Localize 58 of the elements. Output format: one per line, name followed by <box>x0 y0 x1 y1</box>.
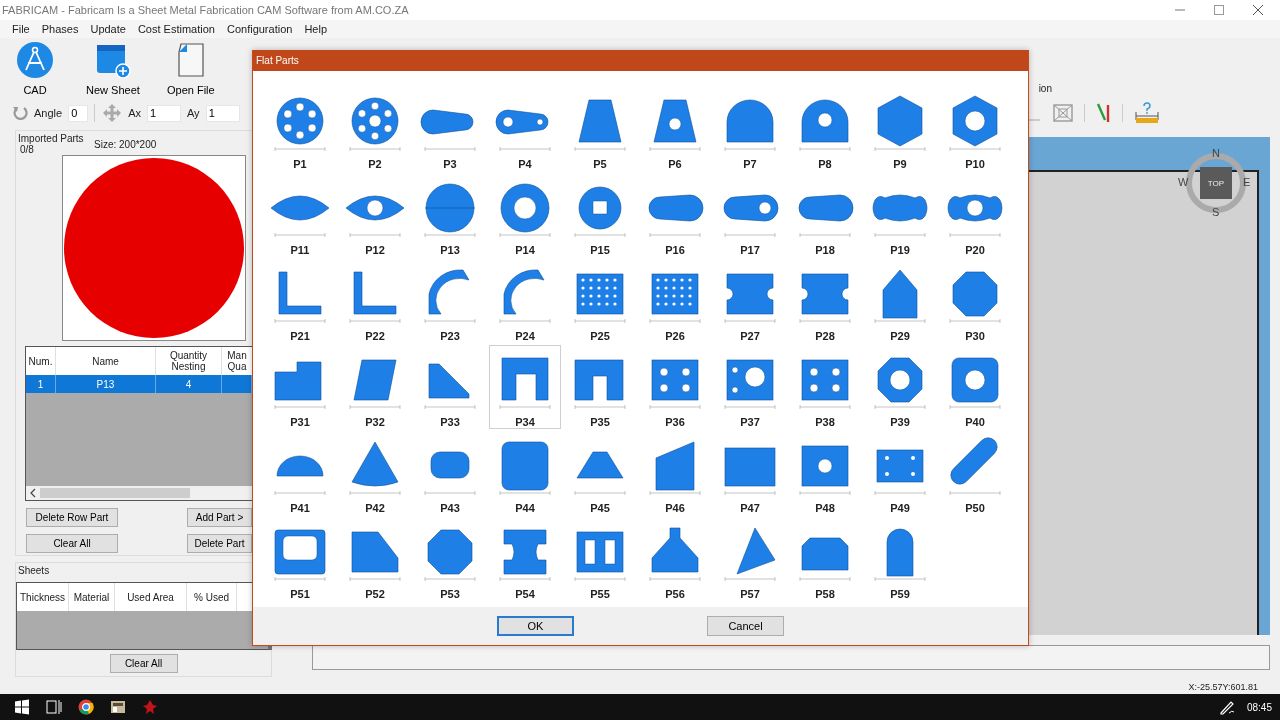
maximize-icon[interactable] <box>1213 4 1225 16</box>
app-window-icon[interactable] <box>110 699 126 715</box>
clock-time: 08:45 <box>1246 701 1272 713</box>
toolbar-button[interactable]: CAD <box>8 42 62 100</box>
size-label: Size: 200*200 <box>94 139 157 152</box>
task-view-icon[interactable] <box>46 699 62 715</box>
toolbar-button[interactable]: New Sheet <box>84 42 142 100</box>
column-header[interactable]: % Used <box>187 583 237 611</box>
field-label: Ay <box>187 107 200 119</box>
cross-box-icon[interactable] <box>1052 103 1074 123</box>
menu-item[interactable]: File <box>6 23 36 35</box>
app-icon[interactable] <box>142 699 158 715</box>
section-label: ion <box>1038 83 1052 94</box>
button[interactable]: Delete Row Part <box>26 508 118 527</box>
line-tool-icon[interactable] <box>1096 102 1112 124</box>
close-icon[interactable] <box>1252 4 1264 16</box>
ax-field[interactable]: 1 <box>147 104 181 122</box>
window-title: FABRICAM - Fabricam Is a Sheet Metal Fabrication CAM Software from AM.CO.ZA <box>2 4 409 16</box>
dialog-button[interactable]: Cancel <box>707 616 784 636</box>
menu-item[interactable]: Help <box>298 23 333 35</box>
pen-icon[interactable] <box>1218 699 1235 715</box>
button[interactable]: Clear All <box>109 654 178 673</box>
button[interactable]: Clear All <box>26 534 118 553</box>
view-cube-button[interactable]: TOP <box>1200 167 1232 199</box>
coordinates-label: X:-25.57Y:601.81 <box>1188 682 1258 692</box>
ay-field[interactable]: 1 <box>205 104 240 122</box>
compass-label: S <box>1212 206 1220 218</box>
compass-label: E <box>1243 176 1251 188</box>
dialog-title: Flat Parts <box>253 50 1028 71</box>
angle-field[interactable]: 0 <box>68 104 89 122</box>
column-header[interactable]: Used Area <box>115 583 187 611</box>
toolbar-button[interactable]: Open File <box>163 42 218 100</box>
field-label: Angle <box>34 107 63 119</box>
field-label: Ax <box>128 107 141 119</box>
part-count: 0/8 <box>20 144 34 155</box>
button[interactable]: Add Part > <box>187 508 252 527</box>
scroll-left-icon[interactable] <box>28 486 38 500</box>
group-title: Sheets <box>17 565 51 576</box>
column-header[interactable]: Thickness <box>17 583 69 611</box>
compass-label: W <box>1178 176 1189 188</box>
scrollbar-thumb[interactable] <box>40 488 190 498</box>
menu-item[interactable]: Configuration <box>220 23 299 35</box>
table-row[interactable]: 1 P13 4 <box>26 375 252 393</box>
browser-icon[interactable] <box>78 699 94 715</box>
dialog-button[interactable]: OK <box>497 616 574 636</box>
new-sheet-icon <box>94 42 131 78</box>
part-tile[interactable]: P34 <box>489 345 561 429</box>
column-header[interactable]: Material <box>69 583 115 611</box>
menu-item[interactable]: Cost Estimation <box>131 23 221 35</box>
menu-item[interactable]: Update <box>84 23 132 35</box>
menu-item[interactable]: Phases <box>35 23 85 35</box>
rotate-icon[interactable] <box>12 105 28 121</box>
compass-label: N <box>1212 147 1220 159</box>
compass-icon <box>17 42 53 78</box>
measure-icon[interactable] <box>1134 102 1160 124</box>
windows-start-icon[interactable] <box>14 699 30 715</box>
column-header[interactable]: Man Qua <box>222 347 252 375</box>
button[interactable]: Delete Part <box>187 534 252 553</box>
